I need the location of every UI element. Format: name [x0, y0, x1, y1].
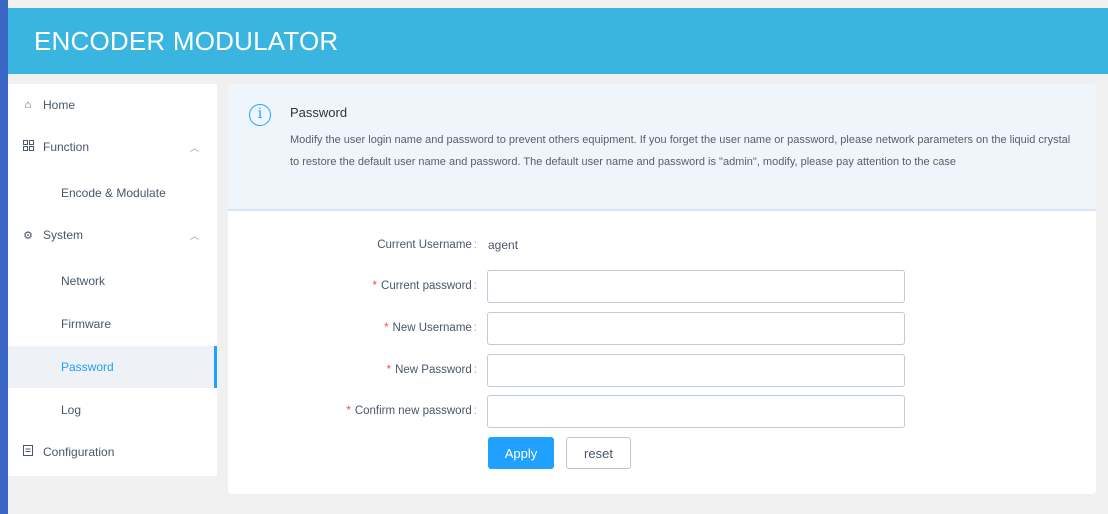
current-username-value: agent	[488, 238, 519, 252]
new-password-field[interactable]	[487, 354, 905, 387]
reset-button[interactable]: reset	[566, 437, 631, 469]
sidebar-item-label: Function	[43, 140, 90, 154]
grid-icon	[22, 140, 34, 154]
required-asterisk: *	[386, 364, 392, 376]
alert-description: Modify the user login name and password …	[290, 134, 1071, 168]
current-password-label: * Current password:	[372, 280, 477, 292]
chevron-up-icon: ︿	[189, 142, 199, 153]
sidebar-item-label: Network	[61, 274, 106, 288]
info-icon: i	[249, 104, 271, 126]
sidebar-item-encode-modulate[interactable]: Encode & Modulate	[8, 172, 217, 214]
password-card: i Password Modify the user login name an…	[228, 84, 1096, 494]
window-left-edge	[0, 0, 8, 514]
confirm-password-field[interactable]	[487, 395, 905, 428]
document-icon	[22, 445, 34, 459]
confirm-password-label: * Confirm new password:	[346, 405, 477, 417]
new-password-label: * New Password:	[386, 364, 477, 376]
sidebar: ⌂ Home Function ︿ Encode & Modulate ⚙ Sy…	[8, 84, 217, 476]
current-password-field[interactable]	[487, 270, 905, 303]
required-asterisk: *	[384, 322, 389, 334]
chevron-up-icon: ︿	[189, 230, 199, 241]
sidebar-item-function[interactable]: Function ︿	[8, 126, 217, 168]
sidebar-item-label: Firmware	[61, 317, 111, 331]
app-title: ENCODER MODULATOR	[34, 26, 339, 56]
confirm-password-row: * Confirm new password:	[228, 395, 1096, 428]
sidebar-item-label: Password	[61, 360, 114, 374]
gear-icon: ⚙	[23, 229, 33, 242]
required-asterisk: *	[372, 280, 378, 292]
sidebar-item-network[interactable]: Network	[8, 260, 217, 302]
current-username-row: Current Username: agent	[228, 229, 1096, 262]
sidebar-item-firmware[interactable]: Firmware	[8, 303, 217, 345]
new-password-row: * New Password:	[228, 354, 1096, 387]
required-asterisk: *	[346, 405, 351, 417]
sidebar-item-configuration[interactable]: Configuration	[8, 431, 217, 473]
alert-title: Password	[290, 105, 348, 120]
current-username-label: Current Username:	[377, 239, 477, 251]
sidebar-item-password[interactable]: Password	[8, 346, 217, 388]
app-header: ENCODER MODULATOR	[8, 8, 1108, 74]
sidebar-item-system[interactable]: ⚙ System ︿	[8, 214, 217, 256]
apply-button[interactable]: Apply	[488, 437, 554, 469]
sidebar-item-label: Log	[61, 403, 82, 417]
new-username-field[interactable]	[487, 312, 905, 345]
sidebar-item-label: System	[43, 228, 84, 242]
sidebar-item-label: Home	[43, 98, 76, 112]
sidebar-item-label: Configuration	[43, 445, 115, 459]
current-password-row: * Current password:	[228, 270, 1096, 303]
info-alert: i Password Modify the user login name an…	[228, 84, 1096, 211]
home-icon: ⌂	[24, 99, 32, 111]
sidebar-item-home[interactable]: ⌂ Home	[8, 84, 217, 126]
new-username-label: * New Username:	[384, 322, 477, 334]
new-username-row: * New Username:	[228, 312, 1096, 345]
sidebar-item-log[interactable]: Log	[8, 389, 217, 431]
sidebar-item-label: Encode & Modulate	[61, 186, 166, 200]
